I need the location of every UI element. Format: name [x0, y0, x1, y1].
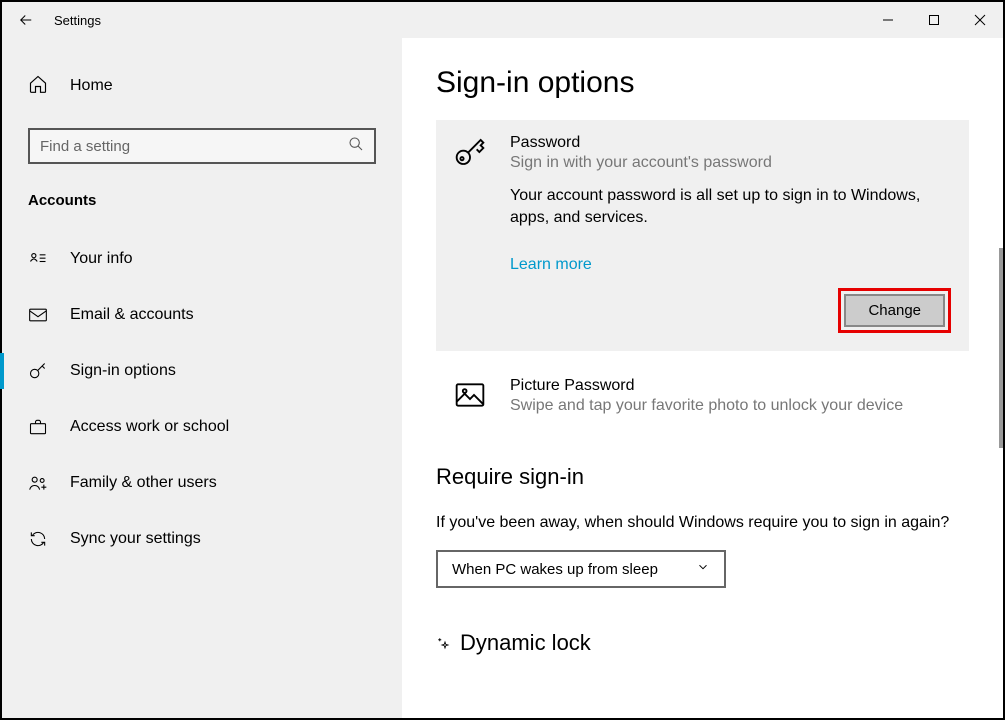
chevron-down-icon [696, 560, 710, 578]
dynamic-lock-heading: Dynamic lock [436, 630, 969, 656]
minimize-icon [882, 14, 894, 26]
sidebar-item-label: Email & accounts [70, 306, 194, 324]
picture-icon [454, 377, 488, 416]
home-link[interactable]: Home [2, 66, 402, 106]
require-heading: Require sign-in [436, 464, 969, 490]
scrollbar[interactable] [999, 248, 1003, 448]
require-question: If you've been away, when should Windows… [436, 512, 969, 534]
sync-icon [28, 529, 48, 549]
close-icon [974, 14, 986, 26]
maximize-icon [928, 14, 940, 26]
arrow-left-icon [17, 11, 35, 29]
key-icon [454, 134, 488, 173]
sidebar-item-your-info[interactable]: Your info [2, 231, 402, 287]
person-card-icon [28, 249, 48, 269]
require-dropdown[interactable]: When PC wakes up from sleep [436, 550, 726, 588]
home-label: Home [70, 77, 113, 95]
sidebar-item-label: Access work or school [70, 418, 229, 436]
close-button[interactable] [957, 2, 1003, 38]
search-box[interactable] [28, 128, 376, 164]
home-icon [28, 74, 48, 99]
sparkle-icon [436, 636, 454, 654]
sidebar-item-signin[interactable]: Sign-in options [2, 343, 402, 399]
dropdown-value: When PC wakes up from sleep [452, 561, 658, 578]
briefcase-icon [28, 417, 48, 437]
sidebar-section: Accounts [2, 192, 402, 209]
minimize-button[interactable] [865, 2, 911, 38]
window-body: Home Accounts Your info [2, 38, 1003, 718]
search-icon [348, 136, 364, 157]
main-content: Sign-in options Password Sign in with yo… [402, 38, 1003, 718]
window-controls [865, 2, 1003, 38]
search-wrap [28, 128, 376, 164]
back-button[interactable] [2, 2, 50, 38]
sidebar-item-label: Family & other users [70, 474, 217, 492]
sidebar-item-label: Sync your settings [70, 530, 201, 548]
picture-password-option[interactable]: Picture Password Swipe and tap your favo… [436, 367, 969, 428]
people-icon [28, 473, 48, 493]
change-button[interactable]: Change [844, 294, 945, 327]
page-title: Sign-in options [436, 66, 969, 100]
sidebar-item-label: Sign-in options [70, 362, 176, 380]
window-title: Settings [54, 13, 101, 28]
picture-title: Picture Password [510, 377, 969, 395]
maximize-button[interactable] [911, 2, 957, 38]
sidebar-item-family[interactable]: Family & other users [2, 455, 402, 511]
sidebar-item-email[interactable]: Email & accounts [2, 287, 402, 343]
password-subtitle: Sign in with your account's password [510, 154, 951, 172]
sidebar-item-sync[interactable]: Sync your settings [2, 511, 402, 567]
password-title: Password [510, 134, 951, 152]
sidebar-item-work[interactable]: Access work or school [2, 399, 402, 455]
password-description: Your account password is all set up to s… [510, 185, 951, 230]
title-bar: Settings [2, 2, 1003, 38]
sidebar: Home Accounts Your info [2, 38, 402, 718]
key-icon [28, 361, 48, 381]
change-button-highlight: Change [838, 288, 951, 333]
picture-subtitle: Swipe and tap your favorite photo to unl… [510, 397, 969, 415]
search-input[interactable] [40, 138, 348, 155]
learn-more-link[interactable]: Learn more [510, 256, 592, 274]
sidebar-item-label: Your info [70, 250, 133, 268]
password-card[interactable]: Password Sign in with your account's pas… [436, 120, 969, 351]
settings-window: Settings Home [2, 2, 1003, 718]
mail-icon [28, 305, 48, 325]
